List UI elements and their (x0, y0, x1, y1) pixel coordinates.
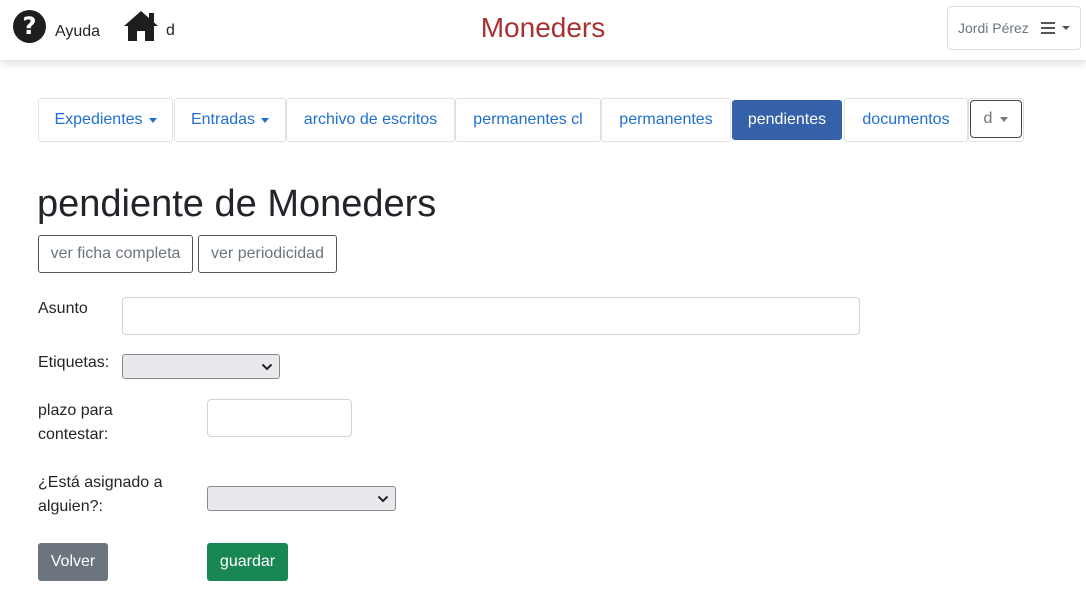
tab-label: Expedientes (54, 111, 143, 128)
page-title: pendiente de Moneders (37, 183, 437, 225)
tab-archivo-de-escritos[interactable]: archivo de escritos (286, 98, 455, 142)
tab-label: archivo de escritos (303, 111, 438, 128)
subject-label: Asunto (38, 300, 88, 317)
tab-expedientes[interactable]: Expedientes (38, 98, 173, 142)
question-circle-icon: ? (13, 10, 46, 43)
tags-label: Etiquetas: (38, 354, 110, 371)
tab-entradas[interactable]: Entradas (174, 98, 286, 142)
deadline-label-line2: contestar: (38, 426, 109, 443)
caret-down-icon (148, 117, 157, 123)
tab-label: permanentes cl (473, 111, 583, 128)
home-link[interactable]: d (122, 9, 175, 43)
caret-down-icon (261, 117, 270, 123)
tab-permanentes[interactable]: permanentes (601, 98, 731, 142)
deadline-label-line1: plazo para (38, 402, 113, 419)
view-periodicity-button[interactable]: ver periodicidad (198, 235, 337, 273)
home-icon (124, 11, 158, 41)
tab-label: pendientes (747, 111, 827, 128)
tab-pendientes[interactable]: pendientes (732, 100, 842, 140)
assigned-label-line1: ¿Está asignado a (38, 474, 163, 491)
tab-label: permanentes (619, 111, 713, 128)
tab-permanentes-cl[interactable]: permanentes cl (455, 98, 601, 142)
chevron-down-icon (261, 363, 273, 370)
help-label: Ayuda (55, 22, 101, 40)
tags-select[interactable] (122, 354, 280, 379)
tab-d-dropdown[interactable]: d (970, 100, 1022, 138)
tab-label: documentos (862, 111, 950, 128)
user-menu-button[interactable]: Jordi Pérez (947, 6, 1081, 50)
help-link[interactable]: ? Ayuda (13, 10, 100, 43)
chevron-down-icon (377, 495, 389, 502)
user-name: Jordi Pérez (958, 20, 1029, 36)
hamburger-menu-icon (1040, 22, 1055, 34)
caret-down-icon (1000, 116, 1009, 122)
view-full-record-button[interactable]: ver ficha completa (38, 235, 193, 273)
assigned-select[interactable] (207, 486, 396, 511)
home-label: d (166, 22, 175, 39)
save-button[interactable]: guardar (207, 543, 288, 581)
tab-label: Entradas (190, 111, 256, 128)
subject-input[interactable] (122, 297, 860, 335)
caret-down-icon (1061, 26, 1070, 30)
back-button[interactable]: Volver (38, 543, 108, 581)
top-navbar: ? Ayuda d Moneders Jordi Pérez (0, 0, 1086, 60)
tab-label: d (983, 110, 993, 127)
assigned-label-line2: alguien?: (38, 498, 103, 515)
deadline-input[interactable] (207, 399, 352, 437)
tab-documentos[interactable]: documentos (844, 98, 968, 142)
